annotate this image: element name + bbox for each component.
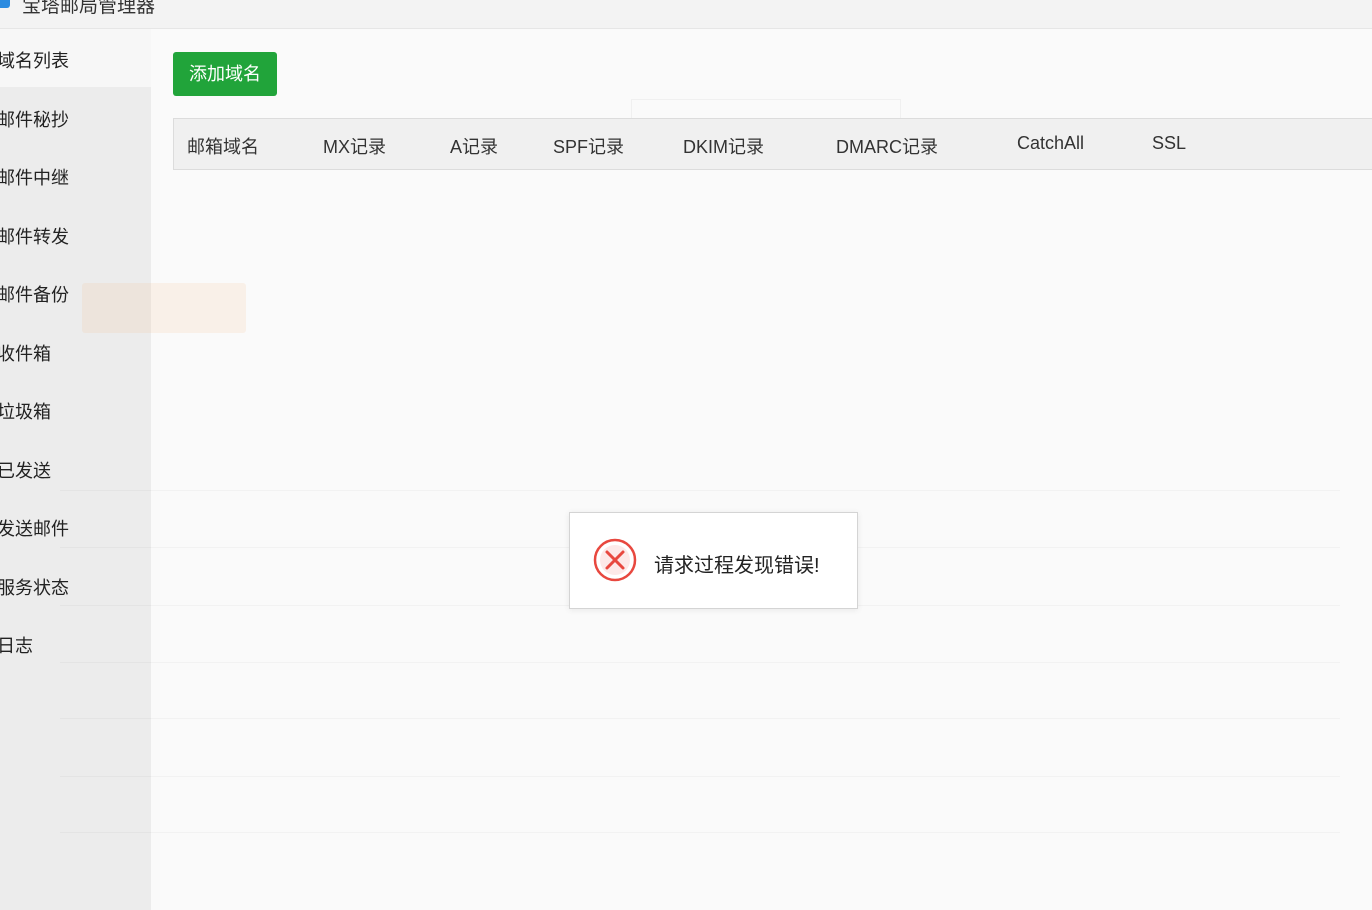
- column-header-mail-domain[interactable]: 邮箱域名: [187, 133, 259, 159]
- add-domain-button[interactable]: 添加域名: [173, 52, 277, 96]
- sidebar-item-label: 邮件备份: [0, 285, 69, 305]
- main-panel: 添加域名 邮箱域名 MX记录 A记录 SPF记录 DKIM记录 DMARC记录 …: [151, 29, 1372, 910]
- sidebar-item-spam[interactable]: 垃圾箱: [0, 380, 151, 438]
- error-message: 请求过程发现错误!: [654, 555, 820, 577]
- column-header-spf-record[interactable]: SPF记录: [553, 133, 624, 159]
- sidebar-item-mail-forward[interactable]: 邮件转发: [0, 205, 151, 263]
- background-ghost: [60, 832, 1340, 833]
- domain-table-header: 邮箱域名 MX记录 A记录 SPF记录 DKIM记录 DMARC记录 Catch…: [173, 118, 1372, 170]
- background-ghost: [60, 662, 1340, 663]
- sidebar-item-label: 收件箱: [0, 344, 51, 364]
- title-bar: 宝塔邮局管理器: [0, 0, 1372, 29]
- sidebar: 域名列表 邮件秘抄 邮件中继 邮件转发 邮件备份 收件箱 垃圾箱 已发送 发送邮…: [0, 29, 151, 910]
- sidebar-item-label: 邮件秘抄: [0, 110, 69, 130]
- error-circle-icon: [593, 538, 637, 582]
- sidebar-item-label: 已发送: [0, 461, 51, 481]
- sidebar-item-label: 域名列表: [0, 51, 69, 71]
- window-title: 宝塔邮局管理器: [22, 0, 156, 17]
- column-header-catchall[interactable]: CatchAll: [1017, 133, 1084, 154]
- app-icon: [0, 0, 10, 8]
- background-ghost: [82, 283, 246, 333]
- sidebar-item-mail-relay[interactable]: 邮件中继: [0, 146, 151, 204]
- error-dialog: 请求过程发现错误!: [569, 512, 858, 609]
- sidebar-item-mail-bcc[interactable]: 邮件秘抄: [0, 88, 151, 146]
- sidebar-item-label: 发送邮件: [0, 519, 69, 539]
- column-header-dmarc-record[interactable]: DMARC记录: [836, 133, 938, 159]
- sidebar-item-label: 邮件转发: [0, 227, 69, 247]
- background-ghost: [60, 490, 1340, 491]
- background-ghost: [60, 718, 1340, 719]
- sidebar-item-label: 服务状态: [0, 578, 69, 598]
- column-header-dkim-record[interactable]: DKIM记录: [683, 133, 764, 159]
- column-header-mx-record[interactable]: MX记录: [323, 133, 386, 159]
- sidebar-item-label: 垃圾箱: [0, 402, 51, 422]
- sidebar-item-label: 日志: [0, 636, 33, 656]
- column-header-ssl[interactable]: SSL: [1152, 133, 1186, 154]
- sidebar-item-sent[interactable]: 已发送: [0, 439, 151, 497]
- sidebar-item-domain-list[interactable]: 域名列表: [0, 29, 151, 87]
- background-ghost: [60, 776, 1340, 777]
- column-header-a-record[interactable]: A记录: [450, 133, 498, 159]
- sidebar-item-label: 邮件中继: [0, 168, 69, 188]
- sidebar-item-logs[interactable]: 日志: [0, 614, 151, 672]
